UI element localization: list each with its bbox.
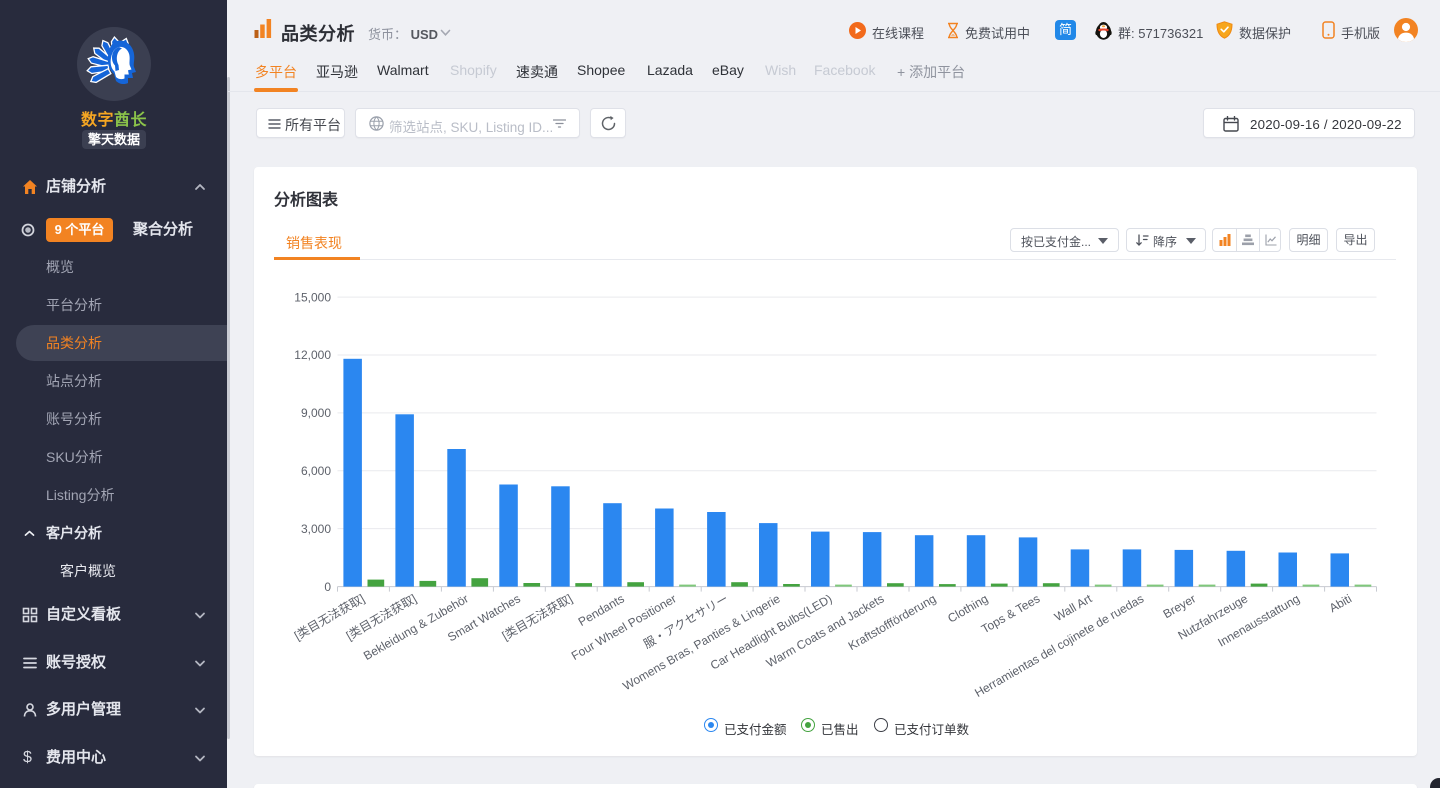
svg-text:15,000: 15,000 — [294, 290, 331, 304]
svg-text:6,000: 6,000 — [301, 464, 331, 478]
svg-text:Kraftstoffförderung: Kraftstoffförderung — [846, 591, 939, 653]
svg-text:9,000: 9,000 — [301, 406, 331, 420]
svg-text:Breyer: Breyer — [1161, 591, 1199, 621]
svg-text:Wall Art: Wall Art — [1052, 591, 1095, 624]
svg-text:12,000: 12,000 — [294, 348, 331, 362]
svg-text:3,000: 3,000 — [301, 522, 331, 536]
svg-text:Abiti: Abiti — [1327, 591, 1354, 615]
svg-text:Tops & Tees: Tops & Tees — [979, 591, 1042, 636]
svg-text:0: 0 — [324, 580, 331, 594]
